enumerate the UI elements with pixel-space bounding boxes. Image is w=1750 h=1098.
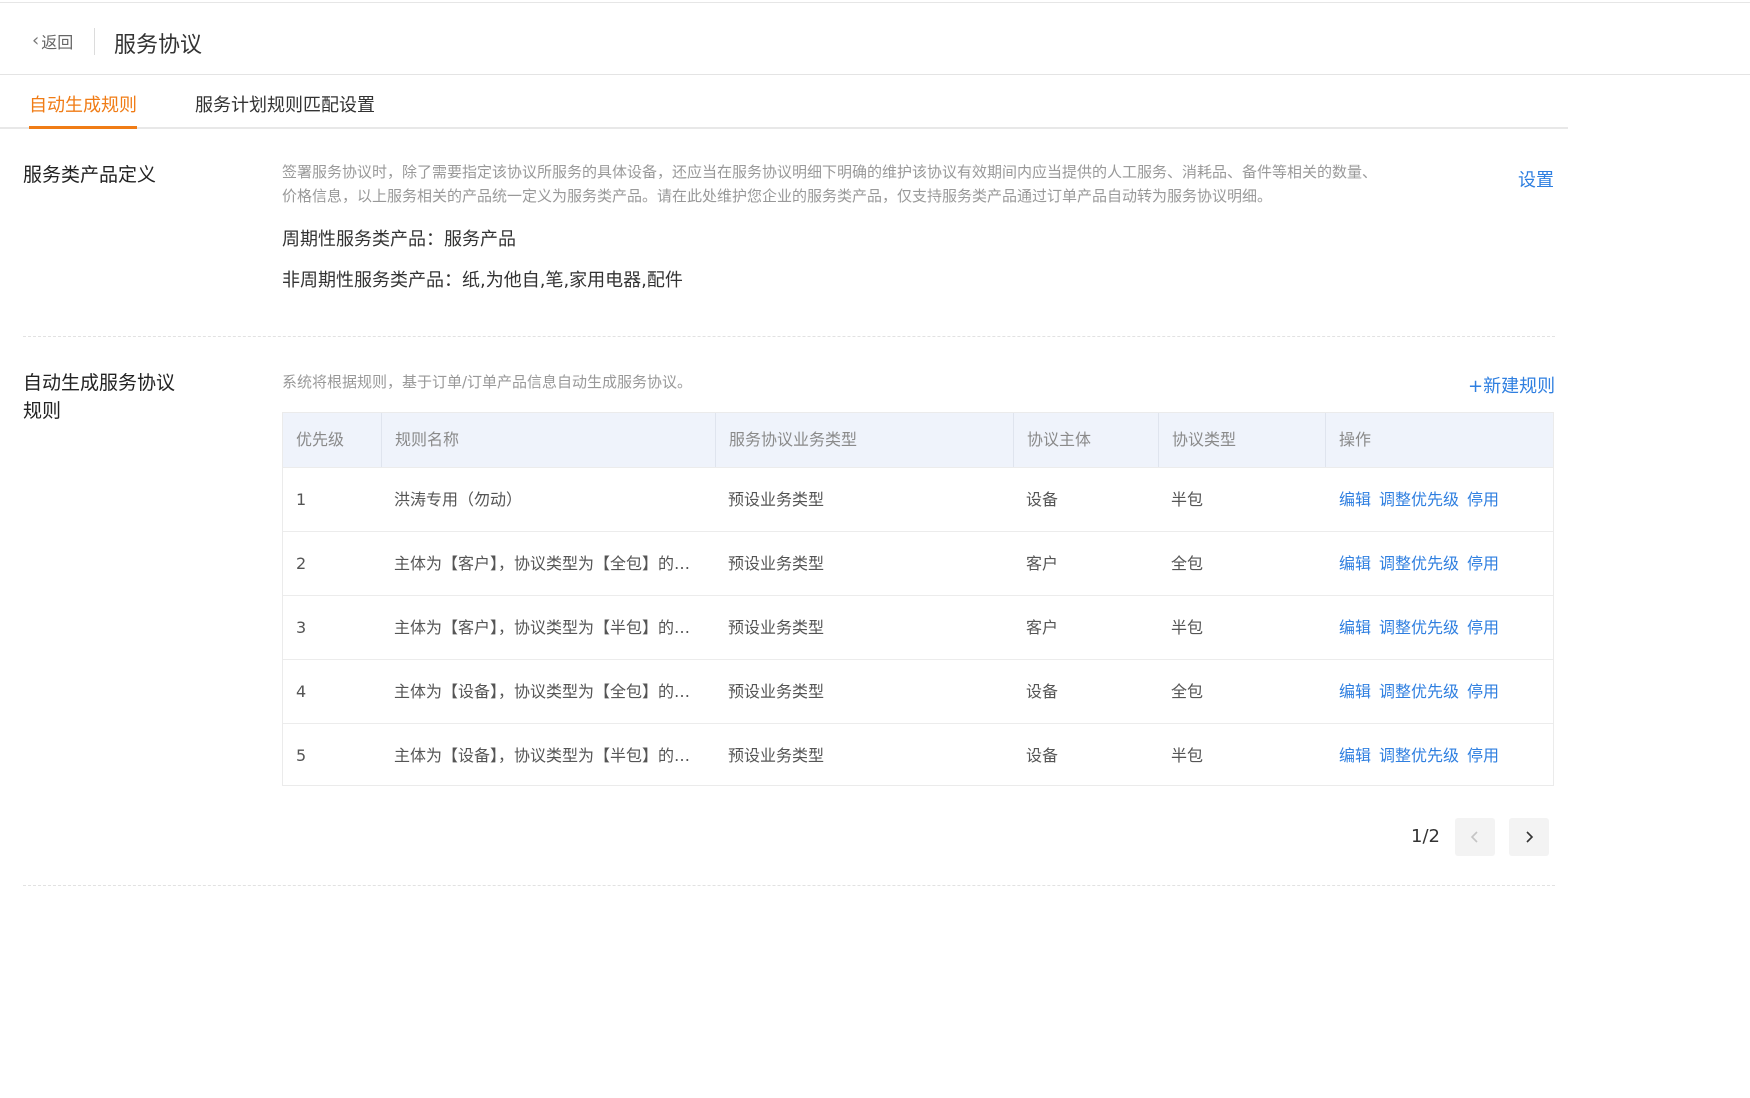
rules-label-line: 自动生成服务协议 [23,372,176,394]
cell-priority: 5 [296,746,307,765]
chevron-left-icon: ‹ [32,30,40,51]
cell-rule-name: 主体为【客户】，协议类型为【半包】的服务协议 [394,618,715,637]
cell-subject: 设备 [1026,682,1059,701]
rules-section-description: 系统将根据规则，基于订单/订单产品信息自动生成服务协议。 [282,373,693,391]
tab-auto-generate-rules[interactable]: 自动生成规则 [29,91,137,129]
prev-page-button[interactable] [1455,818,1495,856]
page-title: 服务协议 [114,33,203,58]
new-rule-button[interactable]: +新建规则 [1468,372,1555,398]
product-section-label: 服务类产品定义 [23,164,157,186]
tab-label: 自动生成规则 [29,95,137,116]
product-section-description: 签署服务协议时，除了需要指定该协议所服务的具体设备，还应当在服务协议明细下明确的… [282,160,1482,208]
disable-button[interactable]: 停用 [1467,724,1499,787]
cell-business-type: 预设业务类型 [728,554,825,573]
disable-button[interactable]: 停用 [1467,660,1499,723]
table-row: 3 主体为【客户】，协议类型为【半包】的服务协议 预设业务类型 客户 半包 编辑… [283,595,1553,659]
table-header: 优先级 规则名称 服务协议业务类型 协议主体 协议类型 操作 [283,413,1553,467]
cell-actions: 编辑 调整优先级 停用 [1326,468,1553,531]
rules-section-label: 自动生成服务协议 规则 [23,369,175,425]
cell-priority: 3 [296,618,307,637]
header-divider [94,28,95,55]
table-row: 5 主体为【设备】，协议类型为【半包】的服务协议 预设业务类型 设备 半包 编辑… [283,723,1553,787]
cell-subject: 设备 [1026,490,1059,509]
rules-label-line: 规则 [23,400,62,422]
cell-rule-name: 主体为【客户】，协议类型为【全包】的服务协议 [394,554,715,573]
disable-button[interactable]: 停用 [1467,532,1499,595]
cell-actions: 编辑 调整优先级 停用 [1326,532,1553,595]
section-divider [23,336,1555,337]
column-header-business-type: 服务协议业务类型 [715,413,1013,467]
cell-type: 半包 [1171,490,1204,509]
edit-button[interactable]: 编辑 [1339,596,1371,659]
cell-priority: 1 [296,490,307,509]
column-header-priority: 优先级 [296,430,345,449]
rules-table: 优先级 规则名称 服务协议业务类型 协议主体 协议类型 操作 1 洪涛专用（勿动… [282,412,1554,786]
section-divider [23,885,1555,886]
cell-subject: 客户 [1026,554,1059,573]
cell-subject: 客户 [1026,618,1059,637]
cell-business-type: 预设业务类型 [728,490,825,509]
adjust-priority-button[interactable]: 调整优先级 [1379,468,1459,531]
cell-type: 半包 [1171,618,1204,637]
disable-button[interactable]: 停用 [1467,468,1499,531]
tab-service-plan-rules[interactable]: 服务计划规则匹配设置 [195,91,375,117]
cell-rule-name: 主体为【设备】，协议类型为【全包】的服务协议 [394,682,715,701]
next-page-button[interactable] [1509,818,1549,856]
cell-business-type: 预设业务类型 [728,746,825,765]
column-header-rule-name: 规则名称 [381,413,715,467]
settings-link[interactable]: 设置 [1518,166,1554,192]
description-line: 价格信息，以上服务相关的产品统一定义为服务类产品。请在此处维护您企业的服务类产品… [282,187,1273,205]
cell-rule-name: 洪涛专用（勿动） [394,490,523,509]
cell-actions: 编辑 调整优先级 停用 [1326,724,1553,787]
cell-type: 半包 [1171,746,1204,765]
adjust-priority-button[interactable]: 调整优先级 [1379,596,1459,659]
edit-button[interactable]: 编辑 [1339,532,1371,595]
adjust-priority-button[interactable]: 调整优先级 [1379,660,1459,723]
cell-type: 全包 [1171,682,1204,701]
back-label: 返回 [41,33,74,52]
tab-bar: 自动生成规则 服务计划规则匹配设置 [0,75,1568,129]
tab-label: 服务计划规则匹配设置 [195,95,375,116]
table-row: 2 主体为【客户】，协议类型为【全包】的服务协议 预设业务类型 客户 全包 编辑… [283,531,1553,595]
cell-priority: 4 [296,682,307,701]
column-header-type: 协议类型 [1158,413,1326,467]
edit-button[interactable]: 编辑 [1339,724,1371,787]
back-button[interactable]: ‹ 返回 [32,29,73,53]
cell-rule-name: 主体为【设备】，协议类型为【半包】的服务协议 [394,746,715,765]
edit-button[interactable]: 编辑 [1339,468,1371,531]
table-row: 4 主体为【设备】，协议类型为【全包】的服务协议 预设业务类型 设备 全包 编辑… [283,659,1553,723]
cell-priority: 2 [296,554,307,573]
cell-actions: 编辑 调整优先级 停用 [1326,596,1553,659]
chevron-right-icon [1526,831,1534,843]
cell-business-type: 预设业务类型 [728,682,825,701]
active-tab-indicator [29,126,137,129]
page-header: ‹ 返回 服务协议 [0,3,1750,75]
column-header-actions: 操作 [1325,413,1553,467]
cell-business-type: 预设业务类型 [728,618,825,637]
cell-type: 全包 [1171,554,1204,573]
chevron-left-icon [1470,831,1478,843]
periodic-products: 周期性服务类产品：服务产品 [282,229,516,250]
adjust-priority-button[interactable]: 调整优先级 [1379,532,1459,595]
cell-actions: 编辑 调整优先级 停用 [1326,660,1553,723]
table-row: 1 洪涛专用（勿动） 预设业务类型 设备 半包 编辑 调整优先级 停用 [283,467,1553,531]
cell-subject: 设备 [1026,746,1059,765]
disable-button[interactable]: 停用 [1467,596,1499,659]
edit-button[interactable]: 编辑 [1339,660,1371,723]
adjust-priority-button[interactable]: 调整优先级 [1379,724,1459,787]
non-periodic-products: 非周期性服务类产品：纸,为他自,笔,家用电器,配件 [282,270,683,291]
description-line: 签署服务协议时，除了需要指定该协议所服务的具体设备，还应当在服务协议明细下明确的… [282,163,1378,181]
pagination-indicator: 1/2 [1411,826,1440,847]
column-header-subject: 协议主体 [1013,413,1159,467]
